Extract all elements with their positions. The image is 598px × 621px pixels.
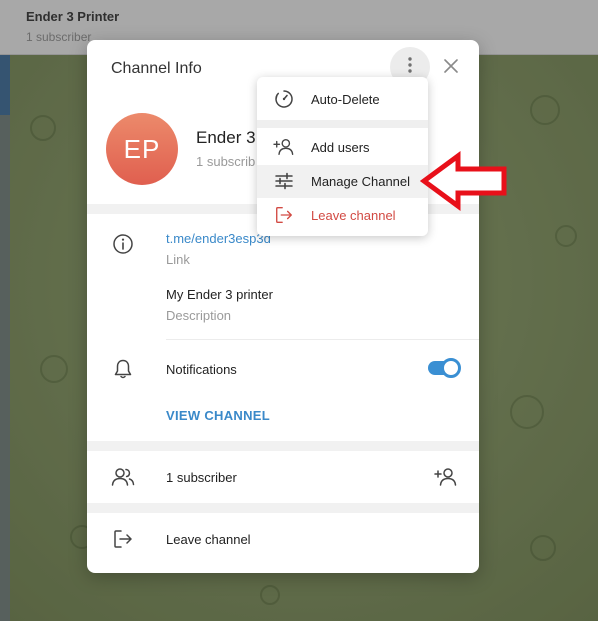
channel-avatar: EP xyxy=(106,113,178,185)
channel-subscriber-count: 1 subscrib xyxy=(196,154,256,169)
add-user-icon xyxy=(273,136,295,158)
notifications-label: Notifications xyxy=(166,362,237,377)
toggle-knob xyxy=(441,358,461,378)
users-icon xyxy=(111,465,135,489)
leave-icon xyxy=(111,527,135,551)
timer-icon xyxy=(273,88,295,110)
description-label: Description xyxy=(166,308,232,323)
menu-item-manage-channel[interactable]: Manage Channel xyxy=(257,165,428,198)
menu-item-add-users[interactable]: Add users xyxy=(257,131,428,164)
menu-item-label: Auto-Delete xyxy=(311,92,380,107)
menu-item-label: Add users xyxy=(311,140,370,155)
dialog-title: Channel Info xyxy=(111,60,202,77)
link-label: Link xyxy=(166,252,190,267)
menu-item-leave-channel[interactable]: Leave channel xyxy=(257,199,428,232)
channel-name: Ender 3 xyxy=(196,128,256,147)
section-divider xyxy=(87,441,479,451)
close-button[interactable] xyxy=(439,56,463,80)
notifications-toggle[interactable] xyxy=(428,358,461,378)
annotation-arrow-icon xyxy=(420,151,507,211)
bell-icon xyxy=(111,357,135,381)
channel-link[interactable]: t.me/ender3esp3d xyxy=(166,231,271,246)
leave-channel-row[interactable]: Leave channel xyxy=(87,513,479,565)
add-user-icon[interactable] xyxy=(434,465,458,489)
leave-icon xyxy=(273,204,295,226)
subscribers-row[interactable]: 1 subscriber xyxy=(87,451,479,503)
sliders-icon xyxy=(273,170,295,192)
menu-item-label: Manage Channel xyxy=(311,174,411,189)
channel-description: My Ender 3 printer xyxy=(166,287,273,302)
more-options-menu: Auto-Delete Add users Manage Channel Lea… xyxy=(257,77,428,236)
menu-item-auto-delete[interactable]: Auto-Delete xyxy=(257,83,428,116)
view-channel-button[interactable]: VIEW CHANNEL xyxy=(166,408,270,423)
menu-separator xyxy=(257,120,428,128)
row-separator xyxy=(166,339,479,340)
more-vertical-icon xyxy=(408,56,412,78)
subscribers-label: 1 subscriber xyxy=(166,470,237,485)
close-icon xyxy=(444,58,458,78)
leave-channel-label: Leave channel xyxy=(166,532,251,547)
section-divider xyxy=(87,503,479,513)
info-icon xyxy=(111,232,135,256)
menu-item-label: Leave channel xyxy=(311,208,396,223)
